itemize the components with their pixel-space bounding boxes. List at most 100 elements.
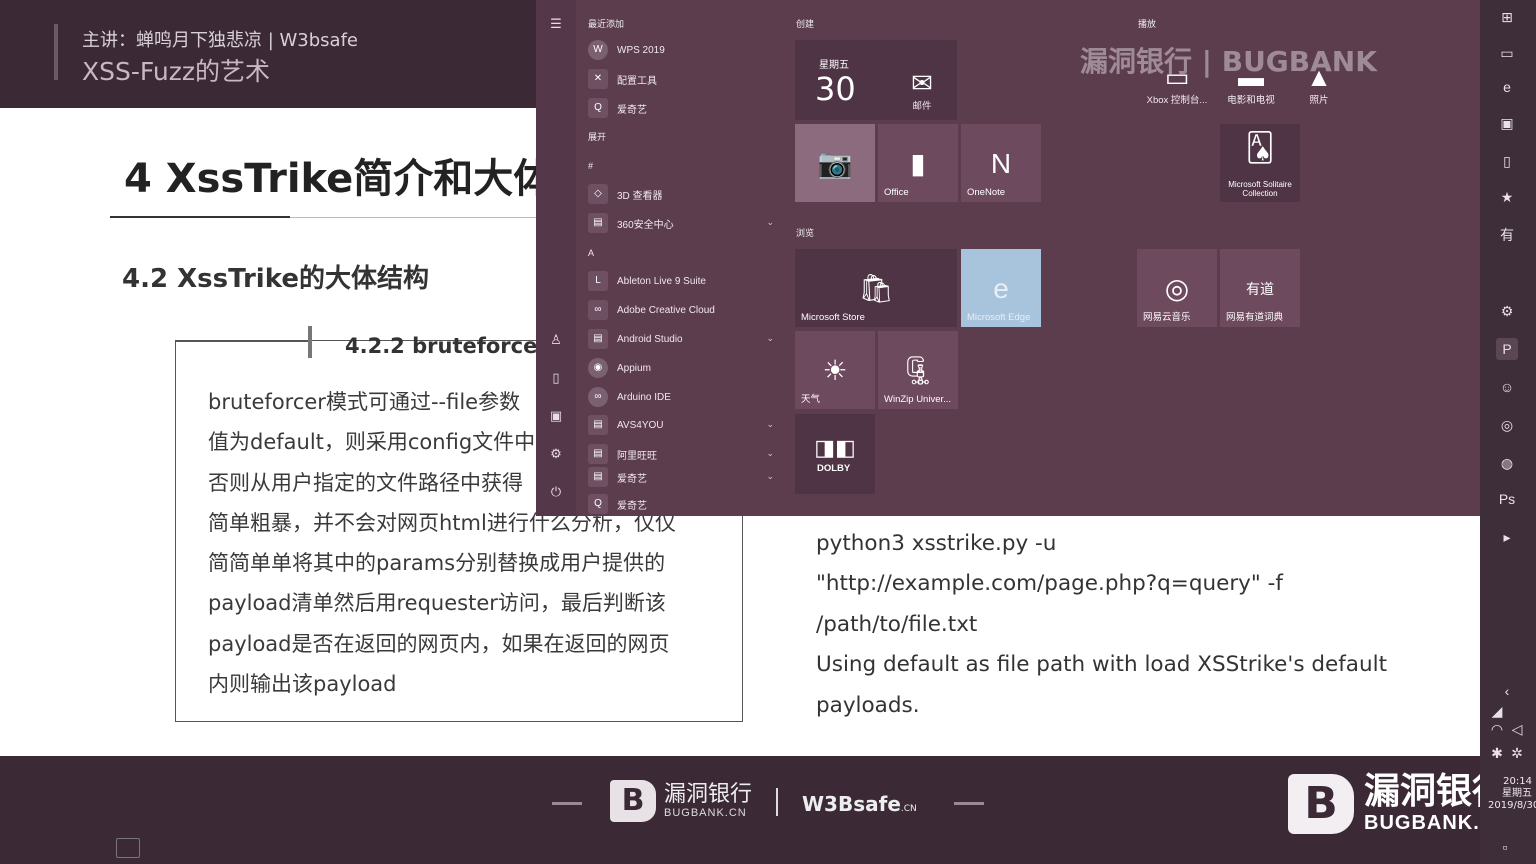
chevron-down-icon: ⌄ [766, 471, 774, 481]
tile-mail[interactable]: ✉ 邮件 [882, 68, 962, 112]
tile-netease-music[interactable]: ◎ 网易云音乐 [1137, 249, 1217, 327]
tile-edge[interactable]: e Microsoft Edge [961, 249, 1041, 327]
app-label: 360安全中心 [617, 219, 674, 231]
title-underline-thin [290, 217, 540, 218]
hash-section-label[interactable]: # [588, 161, 593, 171]
globe-taskbar-icon[interactable]: ◍ [1496, 452, 1518, 474]
window-app-icon[interactable]: ▣ [1496, 112, 1518, 134]
onenote-icon: N [990, 148, 1012, 179]
powerpoint-taskbar-icon[interactable]: P [1496, 338, 1518, 360]
phone-app-icon[interactable]: ▯ [1496, 150, 1518, 172]
bugbank-logo-cn: 漏洞银行 [664, 782, 753, 807]
pictures-icon[interactable]: ▣ [548, 408, 564, 424]
code-line: python3 xsstrike.py -u [816, 531, 1057, 556]
command-example: python3 xsstrike.py -u "http://example.c… [816, 524, 1387, 726]
tile-onenote[interactable]: N OneNote [961, 124, 1041, 202]
user-icon[interactable]: ♙ [548, 332, 564, 348]
app-item-android-studio[interactable]: ▤ Android Studio ⌄ [588, 327, 778, 351]
taskbar: ⊞ ▭ e ▣ ▯ ★ 有 ⚙ P ☺ ◎ ◍ Ps ▸ ‹ ◢ ◠ ◁ ✱ ✲… [1480, 0, 1536, 864]
photoshop-taskbar-icon[interactable]: Ps [1496, 488, 1518, 510]
group-create-label: 创建 [796, 19, 815, 29]
slide-subtitle: 4.2 XssTrike的大体结构 [122, 264, 429, 294]
folder-icon: ▤ [588, 415, 608, 435]
chevron-down-icon: ⌄ [766, 419, 774, 429]
taskbar-clock[interactable]: 20:14 星期五 2019/8/30 [1488, 776, 1536, 812]
task-view-icon[interactable]: ▭ [1496, 42, 1518, 64]
app-item-appium[interactable]: ◉ Appium [588, 356, 778, 380]
tile-label: Microsoft Store [801, 312, 865, 323]
app-item-adobe-cc[interactable]: ∞ Adobe Creative Cloud [588, 298, 778, 322]
slide-title: 4 XssTrike简介和大体 [124, 156, 554, 202]
presenter-line: 主讲：蝉鸣月下独悲凉 | W3bsafe [82, 30, 359, 51]
youdao-taskbar-icon[interactable]: 有 [1496, 224, 1518, 246]
ableton-icon: L [588, 271, 608, 291]
w3bsafe-suffix: .CN [900, 804, 917, 814]
store-bag-icon: 🛍 [858, 273, 894, 304]
settings-taskbar-icon[interactable]: ⚙ [1496, 300, 1518, 322]
tile-office[interactable]: ▮ Office [878, 124, 958, 202]
recent-section-label: 最近添加 [588, 19, 625, 29]
app-item-iqiyi-folder[interactable]: ▤ 爱奇艺 ⌄ [588, 465, 778, 489]
shield-icon[interactable]: ★ [1496, 186, 1518, 208]
power-icon[interactable]: ⏻ [548, 484, 564, 500]
play-taskbar-icon[interactable]: ▸ [1496, 526, 1518, 548]
a-section-label[interactable]: A [588, 248, 594, 258]
avatar-taskbar-icon[interactable]: ☺ [1496, 376, 1518, 398]
app-item-iqiyi-2[interactable]: Q 爱奇艺 [588, 492, 778, 516]
app-item-config-tool[interactable]: ✕ 配置工具 [588, 67, 778, 91]
presentation-icon [116, 838, 140, 858]
app-item-360[interactable]: ▤ 360安全中心 ⌄ [588, 211, 778, 235]
iqiyi-icon: Q [588, 98, 608, 118]
document-icon[interactable]: ▯ [548, 370, 564, 386]
group-browse-label: 浏览 [796, 228, 815, 238]
tile-dolby[interactable]: ◨◧ DOLBY [795, 414, 875, 494]
app-label: 阿里旺旺 [617, 450, 657, 462]
volume-icon[interactable]: ◁ [1508, 718, 1526, 740]
cube-icon: ◇ [588, 184, 608, 204]
input-method-icon[interactable]: ✱ [1488, 742, 1506, 764]
tile-label: 电影和电视 [1227, 95, 1275, 106]
notification-icon[interactable]: ✲ [1508, 742, 1526, 764]
tile-camera[interactable]: 📷 [795, 124, 875, 202]
tile-winzip[interactable]: 🗜 WinZip Univer... [878, 331, 958, 409]
app-item-wps[interactable]: W WPS 2019 [588, 38, 778, 62]
app-item-3d-viewer[interactable]: ◇ 3D 查看器 [588, 182, 778, 206]
tile-solitaire[interactable]: 🂡 Microsoft Solitaire Collection [1220, 124, 1300, 202]
app-item-ableton[interactable]: L Ableton Live 9 Suite [588, 269, 778, 293]
app-label: Appium [617, 362, 651, 374]
bugbank-logo-en: BUGBANK.CN [664, 807, 747, 819]
edge-icon: e [993, 273, 1009, 304]
app-label: Arduino IDE [617, 391, 671, 403]
app-item-iqiyi[interactable]: Q 爱奇艺 [588, 96, 778, 120]
edge-browser-icon[interactable]: e [1496, 76, 1518, 98]
chevron-up-icon[interactable]: ‹ [1496, 680, 1518, 702]
tile-store[interactable]: 🛍 Microsoft Store [795, 249, 957, 327]
tile-youdao[interactable]: 有道 网易有道词典 [1220, 249, 1300, 327]
wifi-icon[interactable]: ◠ [1488, 718, 1506, 740]
clock-date: 2019/8/30 [1488, 800, 1536, 811]
expand-link[interactable]: 展开 [588, 130, 606, 143]
appium-icon: ◉ [588, 358, 608, 378]
sun-icon: ☀ [822, 355, 848, 386]
tile-label: Xbox 控制台... [1146, 95, 1208, 106]
tile-label: OneNote [967, 187, 1006, 198]
windows-start-icon[interactable]: ⊞ [1496, 6, 1518, 28]
netease-music-taskbar-icon[interactable]: ◎ [1496, 414, 1518, 436]
settings-gear-icon[interactable]: ⚙ [548, 446, 564, 462]
code-line: Using default as file path with load XSS… [816, 652, 1388, 678]
app-item-aliwangwang[interactable]: ▤ 阿里旺旺 ⌄ [588, 442, 778, 466]
tile-label: 天气 [801, 394, 821, 405]
tile-label: WinZip Univer... [884, 394, 952, 405]
dolby-icon: ◨◧ [814, 435, 856, 460]
calendar-day: 30 [815, 70, 856, 108]
app-item-arduino[interactable]: ∞ Arduino IDE [588, 385, 778, 409]
action-center-icon[interactable]: ▫ [1496, 836, 1514, 858]
app-item-avs4you[interactable]: ▤ AVS4YOU ⌄ [588, 413, 778, 437]
bugbank-watermark: 漏洞银行 | BUGBANK [1080, 45, 1377, 78]
tile-label: 网易云音乐 [1143, 312, 1191, 323]
hamburger-icon[interactable]: ☰ [548, 16, 564, 32]
bugbank-logo: B 漏洞银行 BUGBANK.CN [610, 780, 752, 822]
tile-weather[interactable]: ☀ 天气 [795, 331, 875, 409]
tile-label: DOLBY [817, 463, 851, 474]
box-heading: 4.2.2 bruteforcer [345, 334, 548, 358]
